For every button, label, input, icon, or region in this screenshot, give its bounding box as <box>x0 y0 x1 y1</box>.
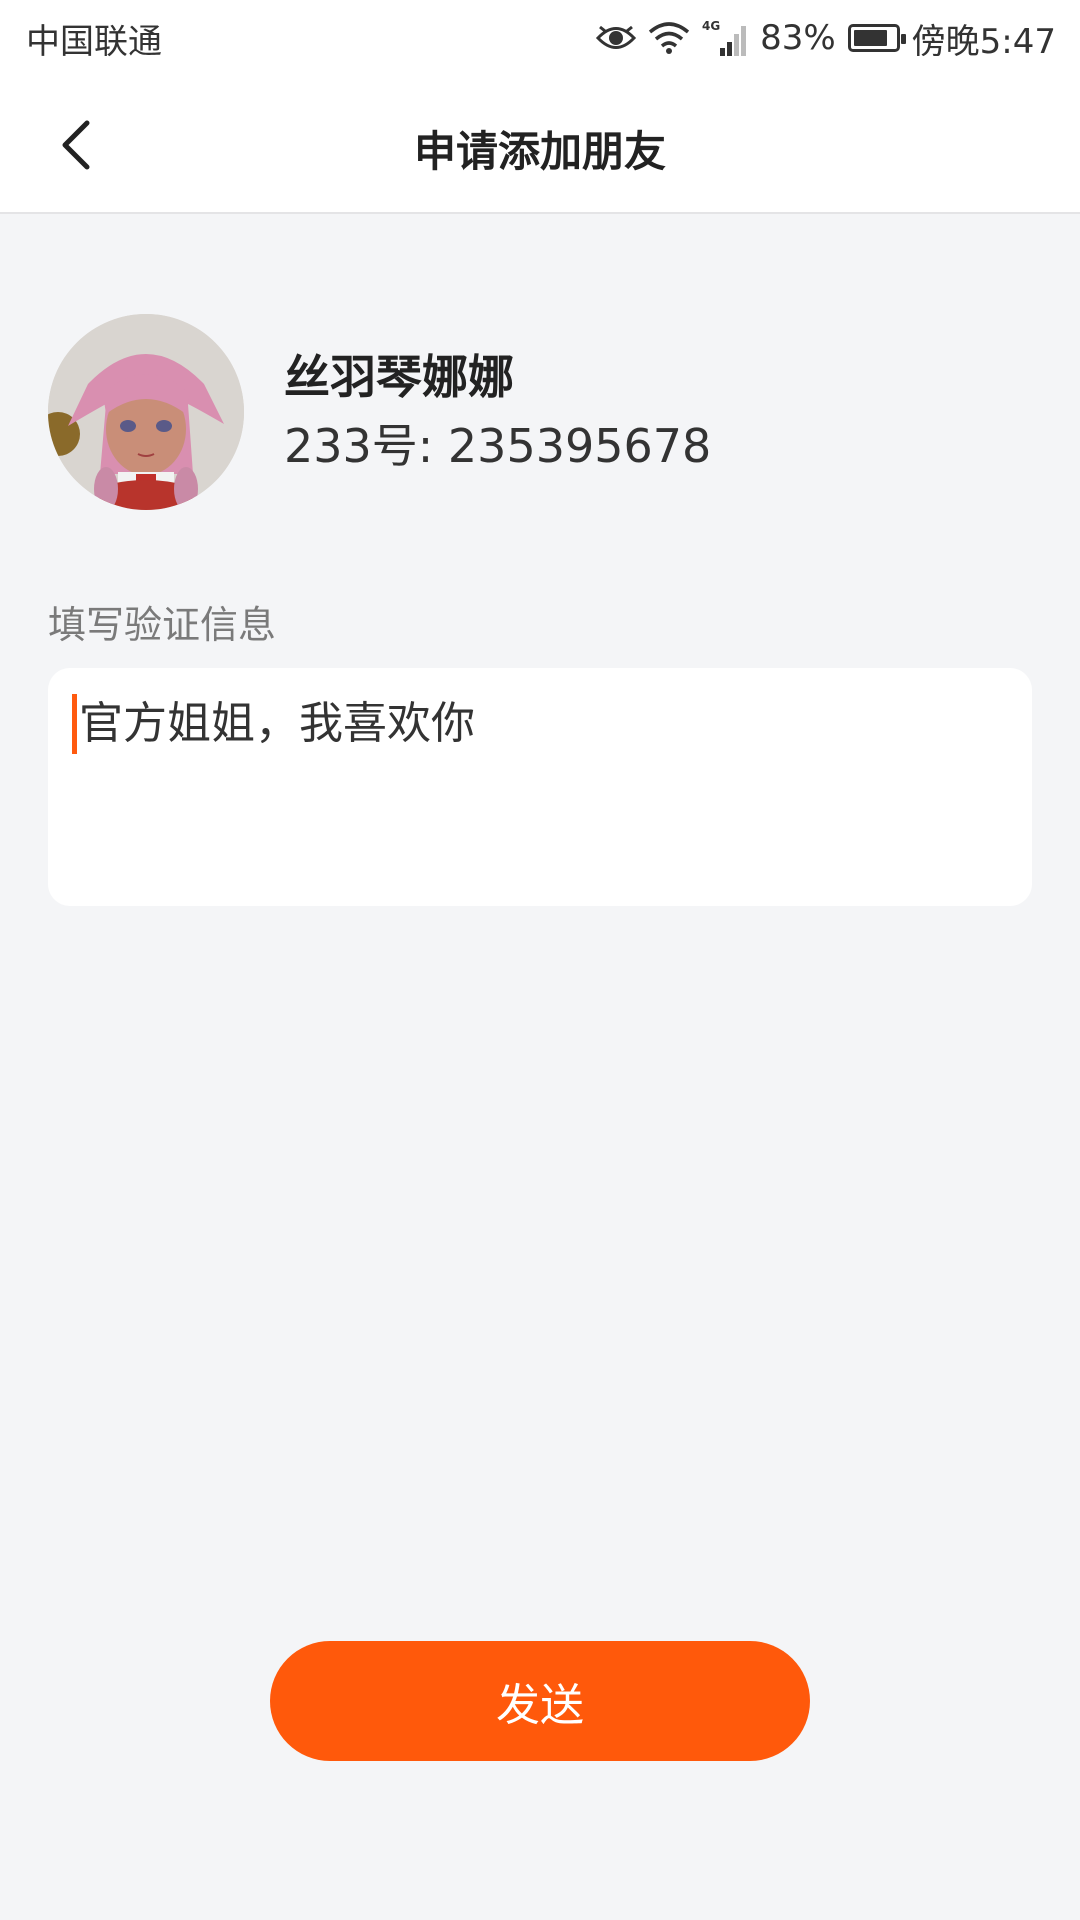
profile-name: 丝羽琴娜娜 <box>284 350 514 404</box>
verification-label: 填写验证信息 <box>48 603 277 647</box>
nav-bar: 申请添加朋友 <box>0 76 1080 214</box>
clock: 傍晚5:47 <box>911 21 1056 62</box>
eye-icon <box>596 23 637 53</box>
status-bar: 中国联通 4G 83% 傍晚5:47 <box>0 0 1080 76</box>
carrier-label: 中国联通 <box>26 21 162 62</box>
signal-icon: 4G <box>702 18 748 58</box>
profile-card: 丝羽琴娜娜 233号: 235395678 <box>48 314 711 510</box>
profile-info: 丝羽琴娜娜 233号: 235395678 <box>284 347 711 477</box>
page-title: 申请添加朋友 <box>413 127 666 176</box>
wifi-icon <box>648 22 690 54</box>
status-icons: 4G 83% 傍晚5:47 <box>596 14 1056 63</box>
battery-percent: 83% <box>760 18 836 58</box>
avatar[interactable] <box>48 314 244 510</box>
send-button[interactable]: 发送 <box>270 1641 810 1761</box>
avatar-image <box>48 314 244 510</box>
verification-message-input[interactable]: 官方姐姐，我喜欢你 <box>48 668 1032 906</box>
battery-icon <box>847 24 906 52</box>
verification-message-text: 官方姐姐，我喜欢你 <box>79 698 475 749</box>
network-label: 4G <box>702 19 720 33</box>
profile-id: 233号: 235395678 <box>284 419 712 473</box>
text-cursor <box>72 694 77 754</box>
